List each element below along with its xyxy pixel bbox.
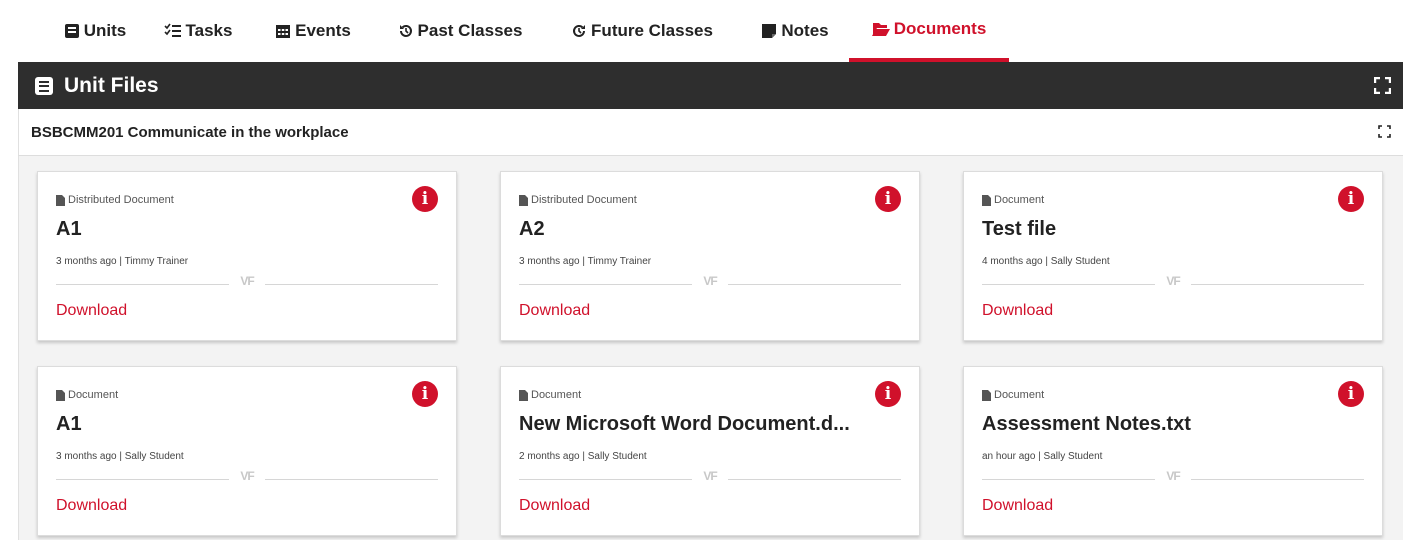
- tab-future-classes[interactable]: Future Classes: [552, 0, 732, 62]
- file-icon: [982, 389, 991, 401]
- document-name: A2: [519, 218, 545, 240]
- file-icon: [982, 194, 991, 206]
- tab-label: Documents: [893, 19, 987, 38]
- file-icon: [519, 389, 528, 401]
- document-type: Document: [982, 194, 1044, 206]
- document-card: Document i New Microsoft Word Document.d…: [500, 366, 920, 536]
- expand-icon[interactable]: [1374, 77, 1391, 94]
- vf-logo: VF: [703, 274, 717, 288]
- unit-header: BSBCMM201 Communicate in the workplace: [18, 109, 1403, 156]
- tab-label: Units: [83, 21, 127, 40]
- tab-label: Notes: [781, 21, 829, 40]
- document-type-label: Document: [994, 194, 1045, 206]
- document-type-label: Distributed Document: [531, 194, 637, 206]
- panel-title: Unit Files: [64, 73, 159, 97]
- unit-title: BSBCMM201 Communicate in the workplace: [31, 123, 349, 141]
- document-card: Document i A1 3 months ago | Sally Stude…: [37, 366, 457, 536]
- book-icon: [34, 76, 54, 96]
- document-card: Document i Test file 4 months ago | Sall…: [963, 171, 1383, 341]
- file-icon: [56, 389, 65, 401]
- tab-units[interactable]: Units: [50, 0, 140, 62]
- document-card: Distributed Document i A2 3 months ago |…: [500, 171, 920, 341]
- download-link[interactable]: Download: [56, 302, 127, 320]
- document-meta: 3 months ago | Timmy Trainer: [56, 256, 189, 267]
- document-type: Distributed Document: [56, 194, 174, 206]
- calendar-icon: [275, 23, 291, 39]
- tab-label: Past Classes: [417, 21, 523, 40]
- expand-icon[interactable]: [1378, 125, 1391, 138]
- document-name: Test file: [982, 218, 1057, 240]
- tab-bar: Units Tasks Events Past Classes Future C…: [0, 0, 1403, 62]
- info-icon[interactable]: i: [1338, 186, 1364, 212]
- vf-logo: VF: [1166, 469, 1180, 483]
- checklist-icon: [163, 23, 182, 39]
- tab-tasks[interactable]: Tasks: [152, 0, 244, 62]
- document-type: Document: [56, 389, 118, 401]
- document-name: New Microsoft Word Document.d...: [519, 413, 850, 435]
- document-type: Document: [519, 389, 581, 401]
- info-icon[interactable]: i: [875, 186, 901, 212]
- vf-logo: VF: [240, 469, 254, 483]
- document-name: Assessment Notes.txt: [982, 413, 1191, 435]
- tab-events[interactable]: Events: [263, 0, 363, 62]
- note-icon: [761, 23, 777, 39]
- info-icon[interactable]: i: [412, 381, 438, 407]
- folder-open-icon: [871, 22, 890, 36]
- download-link[interactable]: Download: [519, 302, 590, 320]
- tab-documents[interactable]: Documents: [849, 0, 1009, 62]
- download-link[interactable]: Download: [982, 497, 1053, 515]
- tab-label: Tasks: [185, 21, 233, 40]
- download-link[interactable]: Download: [519, 497, 590, 515]
- tab-label: Future Classes: [591, 21, 713, 40]
- document-name: A1: [56, 218, 82, 240]
- info-icon[interactable]: i: [412, 186, 438, 212]
- tab-label: Events: [295, 21, 351, 40]
- document-type-label: Document: [994, 389, 1045, 401]
- tab-past-classes[interactable]: Past Classes: [380, 0, 540, 62]
- document-type-label: Distributed Document: [68, 194, 174, 206]
- document-card: Distributed Document i A1 3 months ago |…: [37, 171, 457, 341]
- document-meta: 3 months ago | Sally Student: [56, 451, 184, 462]
- vf-logo: VF: [703, 469, 717, 483]
- document-type-label: Document: [531, 389, 582, 401]
- download-link[interactable]: Download: [56, 497, 127, 515]
- info-icon[interactable]: i: [1338, 381, 1364, 407]
- document-meta: 4 months ago | Sally Student: [982, 256, 1110, 267]
- info-icon[interactable]: i: [875, 381, 901, 407]
- document-meta: 2 months ago | Sally Student: [519, 451, 647, 462]
- vf-logo: VF: [1166, 274, 1180, 288]
- document-type: Distributed Document: [519, 194, 637, 206]
- unit-files-header: Unit Files: [18, 62, 1403, 109]
- tab-notes[interactable]: Notes: [748, 0, 842, 62]
- file-icon: [56, 194, 65, 206]
- document-card: Document i Assessment Notes.txt an hour …: [963, 366, 1383, 536]
- document-meta: 3 months ago | Timmy Trainer: [519, 256, 652, 267]
- history-icon: [398, 23, 414, 39]
- vf-logo: VF: [240, 274, 254, 288]
- forward-clock-icon: [571, 23, 587, 39]
- book-icon: [64, 23, 80, 39]
- documents-grid: Distributed Document i A1 3 months ago |…: [18, 156, 1403, 540]
- download-link[interactable]: Download: [982, 302, 1053, 320]
- file-icon: [519, 194, 528, 206]
- document-type: Document: [982, 389, 1044, 401]
- document-name: A1: [56, 413, 82, 435]
- document-meta: an hour ago | Sally Student: [982, 451, 1103, 462]
- document-type-label: Document: [68, 389, 119, 401]
